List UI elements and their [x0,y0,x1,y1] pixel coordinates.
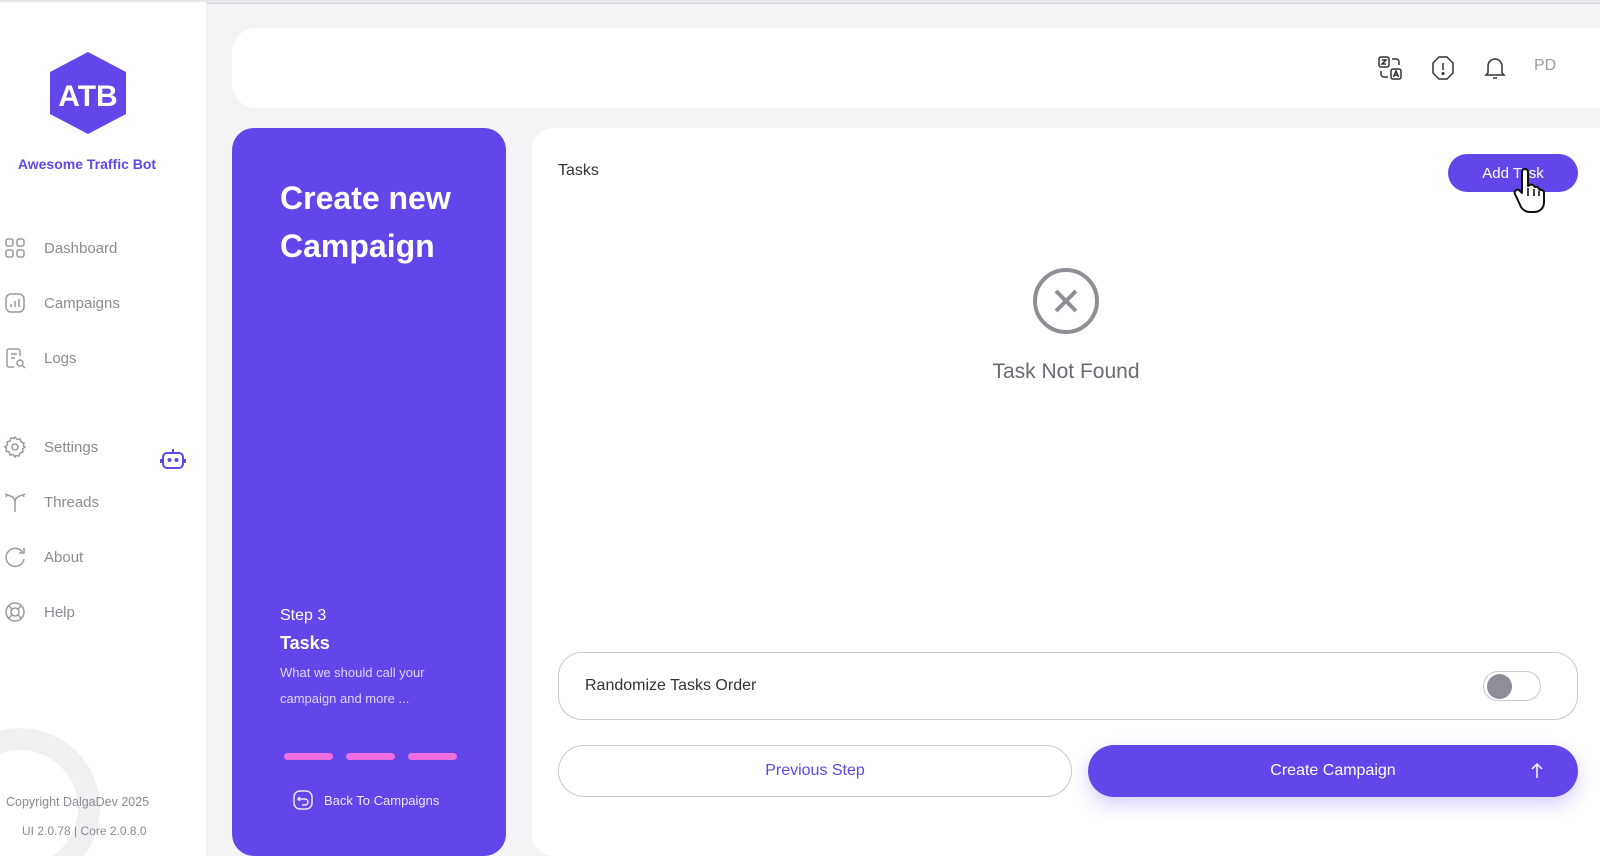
arrow-up-icon [1531,762,1543,778]
step-indicator [408,753,457,760]
sidebar-item-label: Settings [44,438,99,456]
window-title-strip [0,0,1600,4]
sidebar-item-label: Threads [44,493,100,511]
app-logo: ATB [50,52,126,134]
step-indicator [284,753,333,760]
brand-name: Awesome Traffic Bot [17,156,157,172]
step-progress [284,753,457,760]
back-link-label: Back To Campaigns [324,792,440,808]
step-number: Step 3 [280,607,327,624]
step-indicator [346,753,395,760]
randomize-option: Randomize Tasks Order [558,652,1578,720]
gear-icon [0,432,30,462]
hand-cursor-icon [1513,168,1545,213]
randomize-toggle[interactable] [1483,671,1541,701]
previous-step-button[interactable]: Previous Step [558,745,1072,797]
alert-octagon-icon[interactable] [1428,53,1458,83]
sidebar-item-about[interactable]: About [0,542,190,572]
sidebar-item-label: Dashboard [44,239,118,257]
copyright-text: Copyright DalgaDev 2025 [6,795,150,809]
sidebar-item-label: About [44,548,84,566]
sidebar-item-label: Campaigns [44,294,120,312]
create-campaign-button[interactable]: Create Campaign [1088,745,1578,797]
wizard-step-panel: Create new Campaign Step 3 Tasks What we… [232,128,506,856]
grid-icon [0,233,30,263]
circular-arrow-icon [0,542,30,572]
step-name: Tasks [280,633,330,653]
sidebar-item-dashboard[interactable]: Dashboard [0,233,190,263]
chart-icon [0,288,30,318]
robot-icon[interactable] [160,446,186,472]
sidebar-item-help[interactable]: Help [0,597,190,627]
toggle-knob [1487,674,1512,699]
step-description: What we should call your campaign and mo… [280,665,425,706]
sidebar-item-threads[interactable]: Threads [0,487,190,517]
fork-icon [0,487,30,517]
back-to-campaigns-link[interactable]: Back To Campaigns [292,789,439,811]
lifebuoy-icon [0,597,30,627]
sidebar-item-campaigns[interactable]: Campaigns [0,288,190,318]
sidebar: ATB Awesome Traffic Bot Dashboard Campai… [0,2,206,856]
translate-icon[interactable] [1375,53,1405,83]
empty-state-message: Task Not Found [992,360,1140,383]
close-circle-icon [1033,268,1099,334]
randomize-label: Randomize Tasks Order [585,677,757,694]
tasks-heading: Tasks [558,162,599,179]
avatar[interactable]: PD [1534,57,1568,79]
wizard-title: Create new Campaign [280,180,451,264]
version-text: UI 2.0.78 | Core 2.0.8.0 [22,824,147,838]
sidebar-item-label: Help [44,603,75,621]
svg-text:ATB: ATB [58,80,117,113]
back-arrow-icon [293,790,313,810]
sidebar-item-label: Logs [44,349,77,367]
bell-icon[interactable] [1480,53,1510,83]
document-search-icon [0,343,30,373]
sidebar-item-logs[interactable]: Logs [0,343,190,373]
